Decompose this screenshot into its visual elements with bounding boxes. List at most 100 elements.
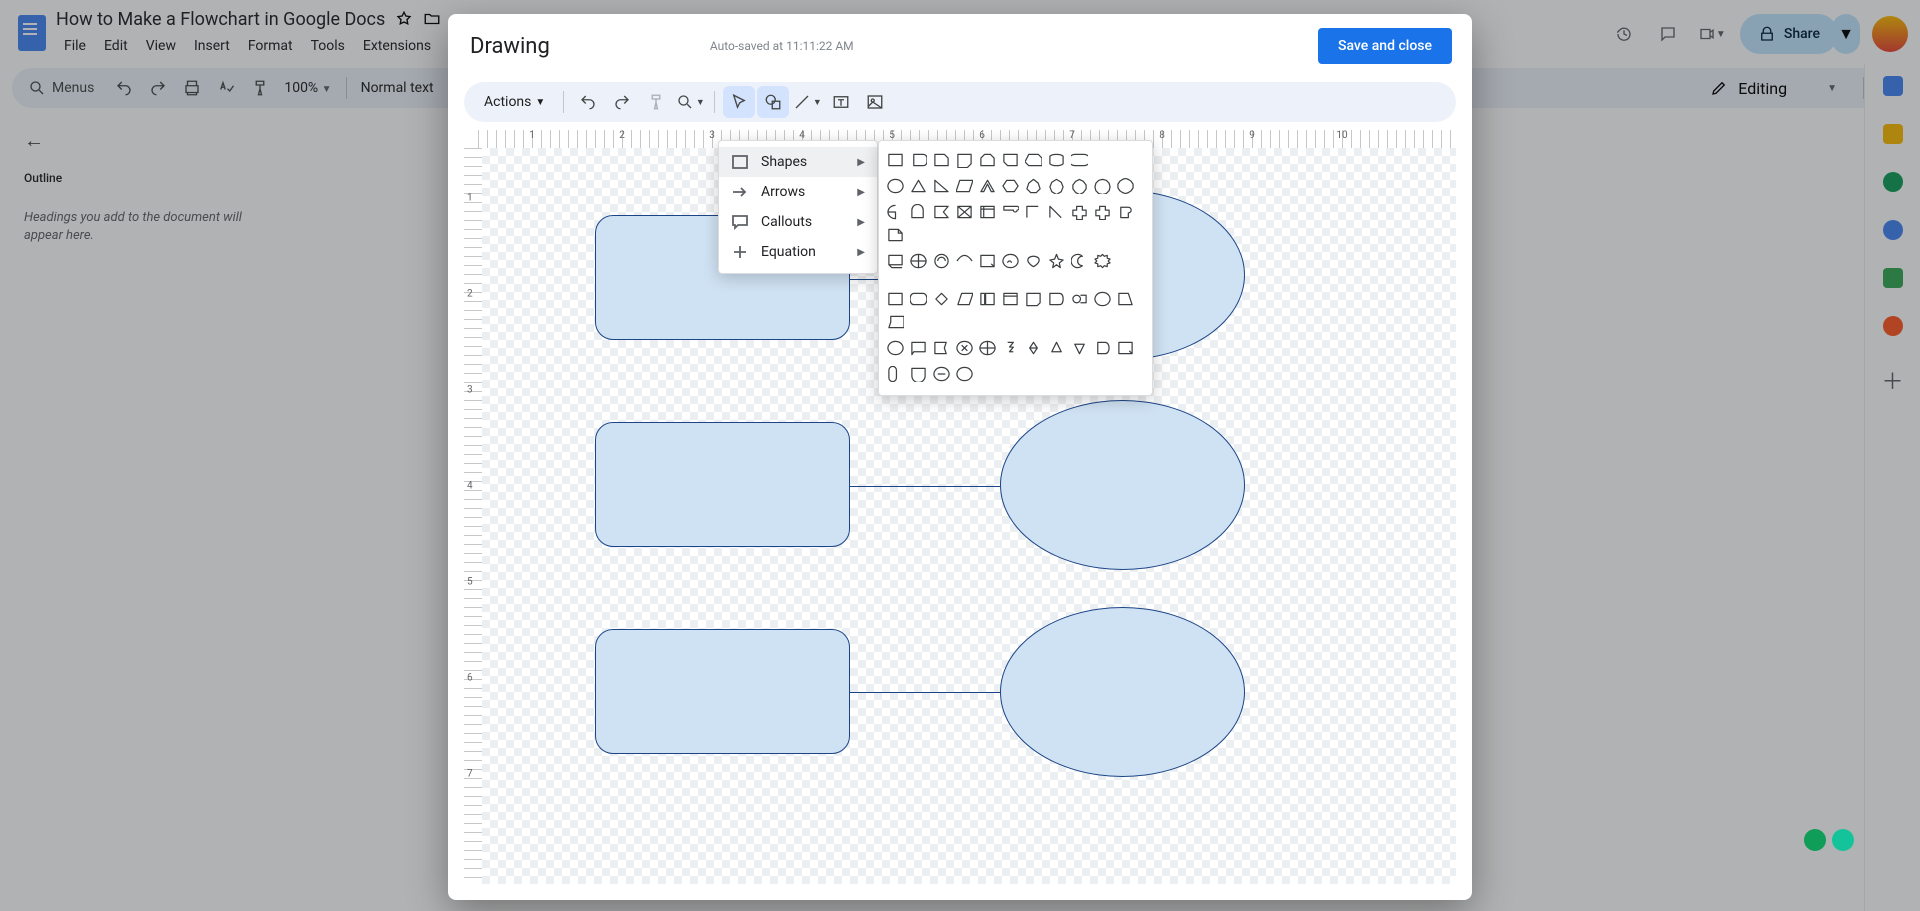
shape-option[interactable] — [1069, 337, 1090, 358]
shape-option[interactable] — [1023, 250, 1044, 271]
shape-option[interactable] — [931, 363, 952, 384]
flowchart-ellipse[interactable] — [1000, 607, 1245, 777]
select-tool[interactable] — [723, 86, 755, 118]
shape-option[interactable] — [885, 224, 906, 245]
shape-option[interactable] — [908, 149, 929, 170]
ruler-tick: 2 — [619, 130, 625, 141]
shape-option[interactable] — [931, 337, 952, 358]
zoom-tool[interactable]: ▼ — [674, 86, 706, 118]
redo-button[interactable] — [606, 86, 638, 118]
shape-option[interactable] — [931, 201, 952, 222]
shape-option[interactable] — [954, 363, 975, 384]
shape-option[interactable] — [1046, 288, 1067, 309]
shape-option[interactable] — [1023, 288, 1044, 309]
shape-option[interactable] — [885, 311, 906, 332]
shape-option[interactable] — [908, 337, 929, 358]
autosave-status: Auto-saved at 11:11:22 AM — [710, 39, 854, 53]
shape-option[interactable] — [885, 250, 906, 271]
shape-option[interactable] — [977, 175, 998, 196]
shape-option[interactable] — [1092, 250, 1113, 271]
menu-item-equation[interactable]: Equation▶ — [719, 237, 877, 267]
extension-badge-icon[interactable] — [1832, 829, 1854, 851]
shape-option[interactable] — [885, 175, 906, 196]
shape-option[interactable] — [977, 149, 998, 170]
shape-option[interactable] — [885, 363, 906, 384]
save-and-close-button[interactable]: Save and close — [1318, 28, 1452, 64]
shape-option[interactable] — [1000, 337, 1021, 358]
shape-option[interactable] — [1000, 149, 1021, 170]
shape-option[interactable] — [1023, 201, 1044, 222]
flowchart-connector[interactable] — [850, 692, 1000, 693]
shape-option[interactable] — [1092, 201, 1113, 222]
shape-option[interactable] — [1115, 337, 1136, 358]
shape-option[interactable] — [1000, 201, 1021, 222]
shape-option[interactable] — [954, 175, 975, 196]
shape-option[interactable] — [1069, 175, 1090, 196]
shape-option[interactable] — [977, 288, 998, 309]
shape-option[interactable] — [954, 337, 975, 358]
textbox-tool[interactable] — [825, 86, 857, 118]
shape-option[interactable] — [954, 288, 975, 309]
shape-option[interactable] — [1046, 337, 1067, 358]
shape-option[interactable] — [908, 201, 929, 222]
shape-option[interactable] — [908, 363, 929, 384]
shape-option[interactable] — [1092, 288, 1113, 309]
shape-option[interactable] — [1069, 201, 1090, 222]
ruler-tick: 4 — [467, 481, 473, 492]
shape-option[interactable] — [885, 288, 906, 309]
shape-option[interactable] — [931, 250, 952, 271]
shape-option[interactable] — [1069, 149, 1090, 170]
shape-option[interactable] — [1000, 250, 1021, 271]
shape-option[interactable] — [1023, 175, 1044, 196]
shape-option[interactable] — [977, 201, 998, 222]
shape-option[interactable] — [1046, 149, 1067, 170]
flowchart-rect[interactable] — [595, 422, 850, 547]
shape-option[interactable] — [954, 250, 975, 271]
arrow-icon — [731, 183, 749, 201]
shape-option[interactable] — [954, 149, 975, 170]
shape-option[interactable] — [908, 175, 929, 196]
actions-menu[interactable]: Actions▼ — [474, 94, 555, 110]
shape-option[interactable] — [1069, 288, 1090, 309]
shape-option[interactable] — [977, 337, 998, 358]
shape-option[interactable] — [1115, 175, 1136, 196]
ruler-tick: 6 — [467, 673, 473, 684]
grammarly-badge-icon[interactable] — [1804, 829, 1826, 851]
shape-option[interactable] — [1023, 337, 1044, 358]
shape-option[interactable] — [885, 201, 906, 222]
flowchart-connector[interactable] — [850, 486, 1000, 487]
menu-item-shapes[interactable]: Shapes▶ — [719, 147, 877, 177]
shape-option[interactable] — [1046, 175, 1067, 196]
image-tool[interactable] — [859, 86, 891, 118]
flowchart-ellipse[interactable] — [1000, 400, 1245, 570]
menu-item-callouts[interactable]: Callouts▶ — [719, 207, 877, 237]
shape-option[interactable] — [908, 250, 929, 271]
paint-format-button[interactable] — [640, 86, 672, 118]
ruler-tick: 5 — [467, 577, 473, 588]
shape-option[interactable] — [1115, 201, 1136, 222]
menu-item-arrows[interactable]: Arrows▶ — [719, 177, 877, 207]
shape-option[interactable] — [977, 250, 998, 271]
line-tool[interactable]: ▼ — [791, 86, 823, 118]
shape-option[interactable] — [931, 175, 952, 196]
shape-option[interactable] — [1000, 288, 1021, 309]
shape-option[interactable] — [1046, 250, 1067, 271]
shape-option[interactable] — [885, 149, 906, 170]
shape-tool[interactable] — [757, 86, 789, 118]
shape-option[interactable] — [1092, 337, 1113, 358]
ruler-tick: 10 — [1336, 130, 1347, 141]
shape-option[interactable] — [931, 149, 952, 170]
shape-option[interactable] — [1000, 175, 1021, 196]
vertical-ruler: 1234567 — [464, 148, 482, 884]
shape-option[interactable] — [908, 288, 929, 309]
shape-option[interactable] — [954, 201, 975, 222]
shape-option[interactable] — [1115, 288, 1136, 309]
shape-option[interactable] — [885, 337, 906, 358]
shape-option[interactable] — [1092, 175, 1113, 196]
undo-button[interactable] — [572, 86, 604, 118]
shape-option[interactable] — [1069, 250, 1090, 271]
shape-option[interactable] — [1023, 149, 1044, 170]
shape-option[interactable] — [931, 288, 952, 309]
flowchart-rect[interactable] — [595, 629, 850, 754]
shape-option[interactable] — [1046, 201, 1067, 222]
